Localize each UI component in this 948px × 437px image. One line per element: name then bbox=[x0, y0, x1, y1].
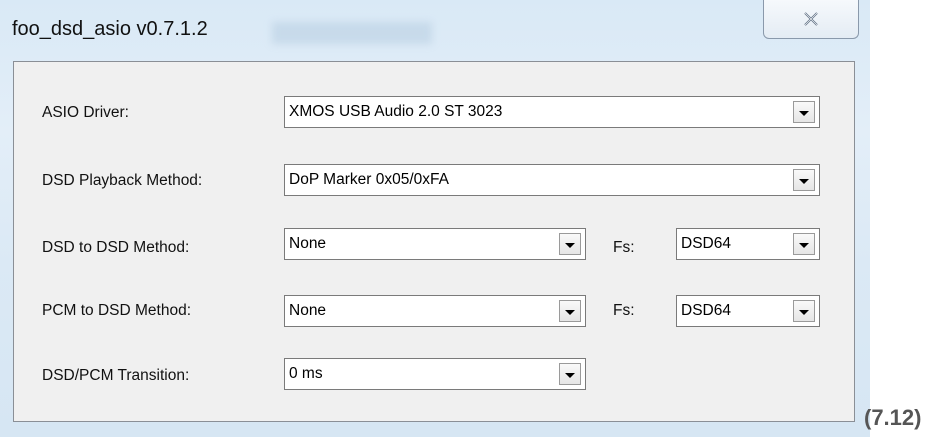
pcm-to-dsd-fs-label: Fs: bbox=[613, 302, 635, 319]
dsd-pcm-transition-select[interactable]: 0 ms bbox=[284, 358, 586, 390]
dsd-to-dsd-fs-value: DSD64 bbox=[681, 235, 731, 252]
dsd-pcm-transition-dropdown-button[interactable] bbox=[559, 363, 581, 385]
chevron-down-icon bbox=[799, 242, 809, 248]
asio-driver-dropdown-button[interactable] bbox=[793, 101, 815, 123]
chevron-down-icon bbox=[799, 110, 809, 116]
dsd-pcm-transition-label: DSD/PCM Transition: bbox=[42, 367, 190, 384]
dsd-playback-method-value: DoP Marker 0x05/0xFA bbox=[289, 171, 449, 188]
dsd-playback-method-label: DSD Playback Method: bbox=[42, 172, 203, 189]
pcm-to-dsd-fs-value: DSD64 bbox=[681, 302, 731, 319]
chevron-down-icon bbox=[799, 178, 809, 184]
pcm-to-dsd-method-label: PCM to DSD Method: bbox=[42, 302, 192, 319]
dsd-to-dsd-fs-dropdown-button[interactable] bbox=[793, 233, 815, 255]
pcm-to-dsd-fs-select[interactable]: DSD64 bbox=[676, 295, 820, 327]
dsd-to-dsd-method-dropdown-button[interactable] bbox=[559, 233, 581, 255]
dsd-pcm-transition-value: 0 ms bbox=[289, 365, 323, 382]
dsd-to-dsd-method-value: None bbox=[289, 235, 327, 252]
asio-driver-select[interactable]: XMOS USB Audio 2.0 ST 3023 bbox=[284, 96, 820, 128]
settings-panel: ASIO Driver: XMOS USB Audio 2.0 ST 3023 … bbox=[13, 61, 855, 422]
close-button[interactable] bbox=[763, 0, 859, 39]
dialog-window: foo_dsd_asio v0.7.1.2 ASIO Driver: XMOS … bbox=[0, 0, 870, 437]
dsd-to-dsd-method-label: DSD to DSD Method: bbox=[42, 239, 190, 256]
dsd-to-dsd-fs-select[interactable]: DSD64 bbox=[676, 228, 820, 260]
asio-driver-label: ASIO Driver: bbox=[42, 104, 129, 121]
window-title: foo_dsd_asio v0.7.1.2 bbox=[12, 18, 208, 40]
dsd-playback-method-dropdown-button[interactable] bbox=[793, 169, 815, 191]
asio-driver-value: XMOS USB Audio 2.0 ST 3023 bbox=[289, 103, 503, 120]
pcm-to-dsd-method-dropdown-button[interactable] bbox=[559, 300, 581, 322]
chevron-down-icon bbox=[799, 309, 809, 315]
dsd-to-dsd-fs-label: Fs: bbox=[613, 239, 635, 256]
background-blur bbox=[272, 22, 432, 44]
figure-caption: (7.12) bbox=[864, 405, 922, 430]
chevron-down-icon bbox=[565, 309, 575, 315]
close-icon bbox=[804, 12, 818, 26]
chevron-down-icon bbox=[565, 242, 575, 248]
pcm-to-dsd-method-select[interactable]: None bbox=[284, 295, 586, 327]
chevron-down-icon bbox=[565, 372, 575, 378]
dsd-to-dsd-method-select[interactable]: None bbox=[284, 228, 586, 260]
pcm-to-dsd-fs-dropdown-button[interactable] bbox=[793, 300, 815, 322]
dsd-playback-method-select[interactable]: DoP Marker 0x05/0xFA bbox=[284, 164, 820, 196]
pcm-to-dsd-method-value: None bbox=[289, 302, 327, 319]
